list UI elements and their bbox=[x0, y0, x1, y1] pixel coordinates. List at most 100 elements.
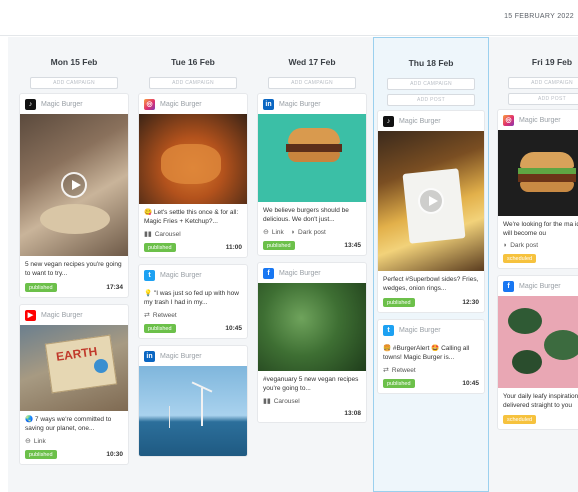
post-type: ▮▮ Carousel bbox=[263, 397, 300, 406]
top-bar: 15 FEBRUARY 2022 bbox=[0, 0, 578, 36]
post-card[interactable]: f Magic Burger #veganuary 5 new vegan re… bbox=[257, 262, 367, 423]
add-campaign-button[interactable]: ADD CAMPAIGN bbox=[387, 78, 475, 90]
dark-post-icon: ◗ bbox=[290, 228, 296, 236]
post-image bbox=[139, 366, 247, 456]
day-header: Tue 16 Feb bbox=[171, 57, 215, 67]
day-column-thu: Thu 18 Feb ADD CAMPAIGN ADD POST ♪ Magic… bbox=[373, 37, 489, 492]
post-text: 💡 "I was just so fed up with how my tras… bbox=[144, 290, 239, 306]
add-campaign-button[interactable]: ADD CAMPAIGN bbox=[149, 77, 237, 89]
post-card[interactable]: in Magic Burger We believe burgers shoul… bbox=[257, 93, 367, 256]
add-post-button[interactable]: ADD POST bbox=[508, 93, 578, 105]
post-type: ⇄ Retweet bbox=[144, 311, 177, 320]
play-icon[interactable] bbox=[418, 188, 444, 214]
day-column-mon: Mon 15 Feb ADD CAMPAIGN ♪ Magic Burger 5… bbox=[16, 37, 132, 492]
day-column-fri: Fri 19 Feb ADD CAMPAIGN ADD POST ◎ Magic… bbox=[494, 37, 578, 492]
current-date: 15 FEBRUARY 2022 bbox=[504, 13, 574, 20]
post-card[interactable]: ♪ Magic Burger 5 new vegan recipes you'r… bbox=[19, 93, 129, 298]
post-time: 12:30 bbox=[462, 299, 479, 306]
add-campaign-button[interactable]: ADD CAMPAIGN bbox=[268, 77, 356, 89]
post-time: 13:08 bbox=[344, 410, 361, 417]
account-name: Magic Burger bbox=[399, 117, 441, 125]
post-text: 🍔 #BurgerAlert 🤩 Calling all towns! Magi… bbox=[383, 345, 470, 361]
status-badge: published bbox=[144, 243, 176, 252]
status-badge: published bbox=[25, 283, 57, 292]
facebook-icon: f bbox=[263, 267, 274, 279]
post-time: 10:30 bbox=[106, 451, 123, 458]
post-image bbox=[139, 114, 247, 204]
calendar-board: Mon 15 Feb ADD CAMPAIGN ♪ Magic Burger 5… bbox=[8, 37, 578, 492]
post-image bbox=[20, 114, 128, 256]
tiktok-icon: ♪ bbox=[383, 115, 394, 127]
twitter-icon: t bbox=[144, 269, 155, 281]
account-name: Magic Burger bbox=[160, 271, 202, 279]
post-text: Your daily leafy inspiration delivered s… bbox=[503, 393, 578, 409]
status-badge: published bbox=[144, 324, 176, 333]
post-type: ▮▮ Carousel bbox=[144, 230, 181, 239]
post-time: 13:45 bbox=[344, 242, 361, 249]
post-text: 5 new vegan recipes you're going to want… bbox=[25, 261, 122, 277]
add-post-button[interactable]: ADD POST bbox=[387, 94, 475, 106]
post-card[interactable]: ▶ Magic Burger EARTH 🌏 7 ways we're comm… bbox=[19, 304, 129, 465]
link-icon: ⊖ bbox=[263, 229, 269, 236]
post-time: 11:00 bbox=[225, 244, 242, 251]
post-image bbox=[258, 283, 366, 371]
day-header: Mon 15 Feb bbox=[50, 57, 98, 67]
account-name: Magic Burger bbox=[160, 100, 202, 108]
day-column-wed: Wed 17 Feb ADD CAMPAIGN in Magic Burger … bbox=[254, 37, 370, 492]
retweet-icon: ⇄ bbox=[383, 367, 389, 374]
post-card[interactable]: in Magic Burger bbox=[138, 345, 248, 457]
account-name: Magic Burger bbox=[41, 311, 83, 319]
post-type: ⊖ Link ◗ Dark post bbox=[263, 228, 326, 237]
post-card[interactable]: f Magic Burger Your daily leafy inspirat… bbox=[497, 275, 578, 430]
facebook-icon: f bbox=[503, 280, 514, 292]
post-time: 10:45 bbox=[462, 380, 479, 387]
post-card[interactable]: ♪ Magic Burger Perfect #Superbowl sides?… bbox=[377, 110, 485, 313]
status-badge: published bbox=[263, 241, 295, 250]
status-badge: published bbox=[383, 379, 415, 388]
post-text: We believe burgers should be delicious. … bbox=[263, 207, 349, 223]
retweet-icon: ⇄ bbox=[144, 312, 150, 319]
linkedin-icon: in bbox=[144, 350, 155, 362]
post-text: #veganuary 5 new vegan recipes you're go… bbox=[263, 376, 359, 392]
day-header: Wed 17 Feb bbox=[288, 57, 336, 67]
account-name: Magic Burger bbox=[279, 269, 321, 277]
status-badge: scheduled bbox=[503, 254, 537, 263]
account-name: Magic Burger bbox=[519, 282, 561, 290]
dark-post-icon: ◗ bbox=[503, 242, 508, 249]
tiktok-icon: ♪ bbox=[25, 98, 36, 110]
post-type: ⇄ Retweet bbox=[383, 366, 416, 375]
post-card[interactable]: ◎ Magic Burger 😋 Let's settle this once … bbox=[138, 93, 248, 258]
play-icon[interactable] bbox=[61, 172, 87, 198]
post-time: 10:45 bbox=[225, 325, 242, 332]
post-card[interactable]: t Magic Burger 🍔 #BurgerAlert 🤩 Calling … bbox=[377, 319, 485, 394]
carousel-icon: ▮▮ bbox=[263, 398, 271, 405]
post-time: 17:34 bbox=[106, 284, 123, 291]
post-card[interactable]: t Magic Burger 💡 "I was just so fed up w… bbox=[138, 264, 248, 339]
add-campaign-button[interactable]: ADD CAMPAIGN bbox=[508, 77, 578, 89]
youtube-icon: ▶ bbox=[25, 309, 36, 321]
post-type: ◗ Dark post bbox=[503, 242, 539, 249]
post-image bbox=[498, 130, 578, 216]
post-text: 🌏 7 ways we're committed to saving our p… bbox=[25, 416, 112, 432]
post-text: 😋 Let's settle this once & for all: Magi… bbox=[144, 209, 239, 225]
status-badge: scheduled bbox=[503, 415, 537, 424]
link-icon: ⊖ bbox=[25, 438, 31, 445]
linkedin-icon: in bbox=[263, 98, 274, 110]
status-badge: published bbox=[25, 450, 57, 459]
account-name: Magic Burger bbox=[41, 100, 83, 108]
account-name: Magic Burger bbox=[279, 100, 321, 108]
post-card[interactable]: ◎ Magic Burger We're looking for the ma … bbox=[497, 109, 578, 269]
post-image: EARTH bbox=[20, 325, 128, 411]
post-image bbox=[498, 296, 578, 388]
instagram-icon: ◎ bbox=[503, 114, 514, 126]
day-header: Thu 18 Feb bbox=[408, 58, 454, 68]
post-image bbox=[258, 114, 366, 202]
twitter-icon: t bbox=[383, 324, 394, 336]
day-header: Fri 19 Feb bbox=[531, 57, 573, 67]
post-type: ⊖ Link bbox=[25, 437, 46, 446]
status-badge: published bbox=[383, 298, 415, 307]
post-text: We're looking for the ma idea that will … bbox=[503, 221, 578, 237]
carousel-icon: ▮▮ bbox=[144, 231, 152, 238]
post-image bbox=[378, 131, 484, 271]
add-campaign-button[interactable]: ADD CAMPAIGN bbox=[30, 77, 118, 89]
